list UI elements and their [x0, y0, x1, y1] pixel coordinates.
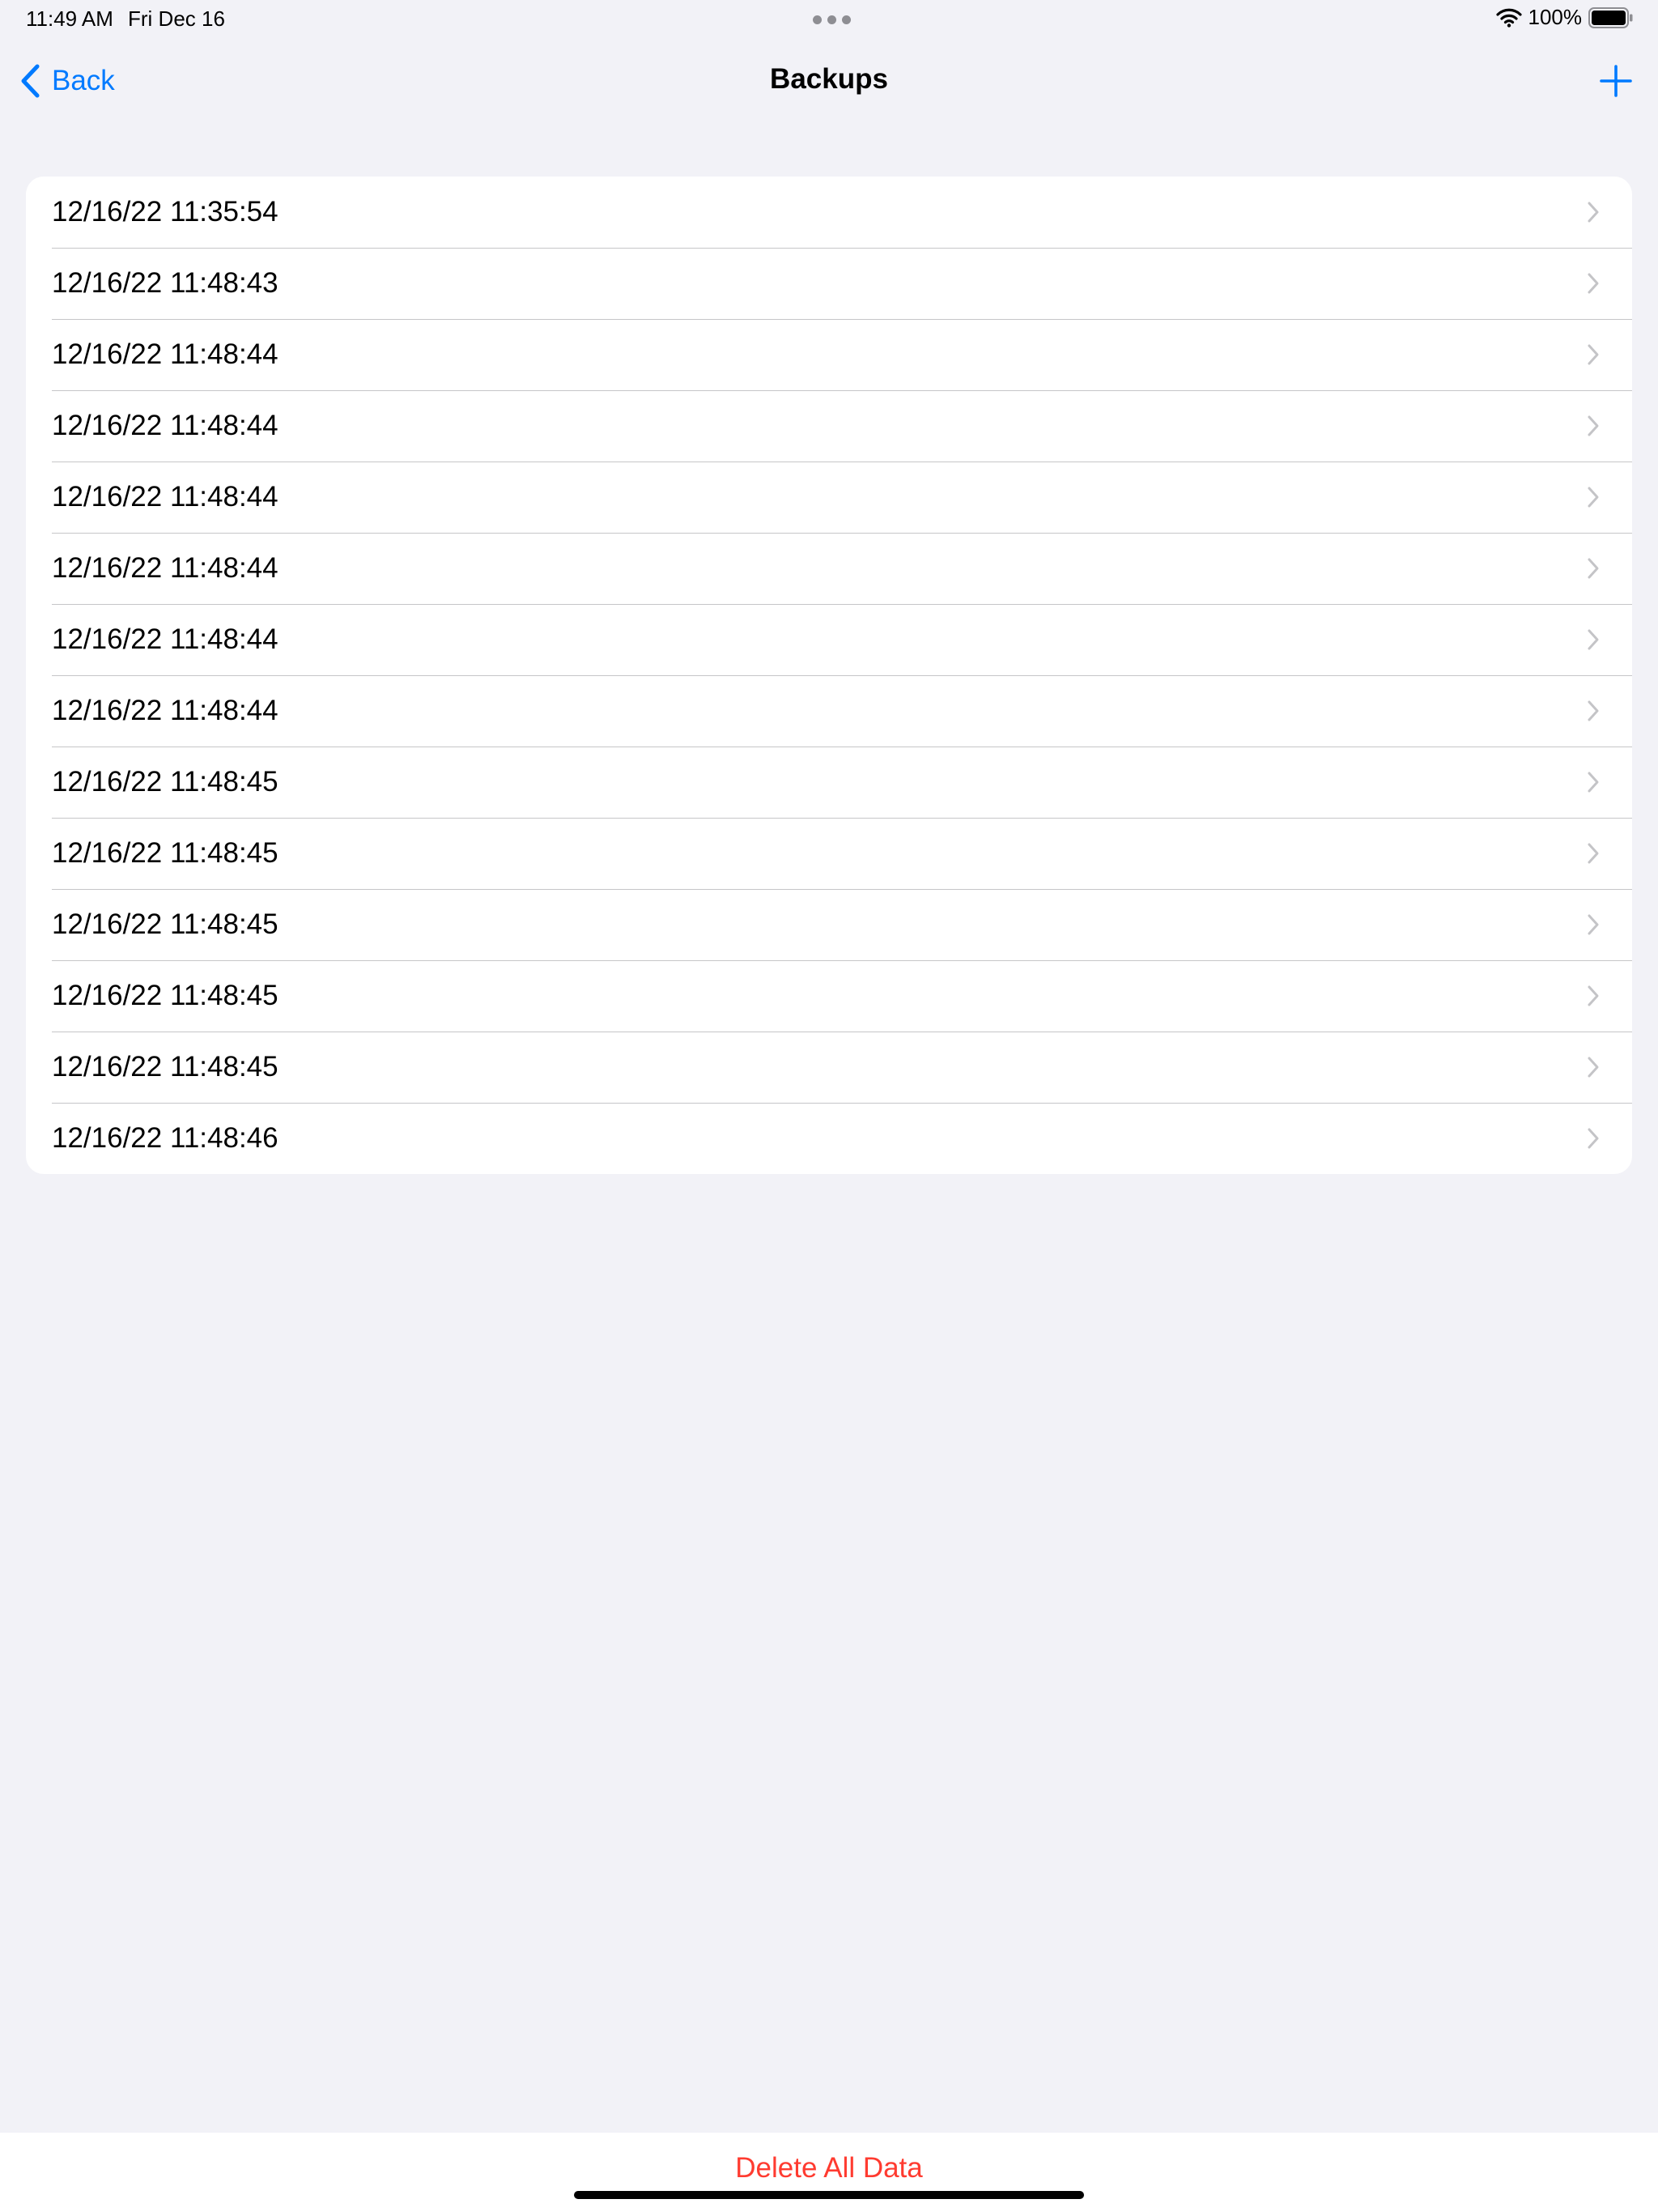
backup-row-label: 12/16/22 11:48:46 — [52, 1122, 278, 1154]
multitasking-dots-icon[interactable] — [813, 15, 851, 24]
chevron-right-icon — [1588, 772, 1599, 793]
chevron-right-icon — [1588, 985, 1599, 1006]
backup-row[interactable]: 12/16/22 11:48:44 — [26, 675, 1632, 747]
backup-row-label: 12/16/22 11:48:44 — [52, 338, 278, 370]
chevron-right-icon — [1588, 415, 1599, 436]
status-date: Fri Dec 16 — [128, 6, 225, 31]
backup-row[interactable]: 12/16/22 11:48:46 — [26, 1103, 1632, 1174]
chevron-right-icon — [1588, 629, 1599, 650]
status-time: 11:49 AM — [26, 6, 113, 31]
chevron-right-icon — [1588, 843, 1599, 864]
bottom-toolbar: Delete All Data — [0, 2133, 1658, 2212]
plus-icon — [1600, 65, 1632, 97]
chevron-right-icon — [1588, 344, 1599, 365]
add-backup-button[interactable] — [1595, 60, 1637, 102]
backup-row[interactable]: 12/16/22 11:48:43 — [26, 248, 1632, 319]
backup-row-label: 12/16/22 11:48:44 — [52, 623, 278, 655]
delete-all-data-button[interactable]: Delete All Data — [0, 2152, 1658, 2184]
battery-percentage: 100% — [1528, 5, 1583, 29]
chevron-right-icon — [1588, 914, 1599, 935]
backup-row-label: 12/16/22 11:48:45 — [52, 980, 278, 1011]
chevron-right-icon — [1588, 273, 1599, 294]
status-bar: 11:49 AM Fri Dec 16 100% — [0, 0, 1658, 39]
chevron-right-icon — [1588, 700, 1599, 721]
chevron-right-icon — [1588, 558, 1599, 579]
status-right: 100% — [1495, 5, 1635, 30]
chevron-right-icon — [1588, 487, 1599, 508]
backup-row-label: 12/16/22 11:48:44 — [52, 552, 278, 584]
backup-row-label: 12/16/22 11:48:45 — [52, 908, 278, 940]
backup-row[interactable]: 12/16/22 11:48:44 — [26, 533, 1632, 604]
backup-row[interactable]: 12/16/22 11:35:54 — [26, 177, 1632, 248]
page-title: Backups — [770, 63, 888, 95]
wifi-icon — [1495, 8, 1522, 28]
chevron-right-icon — [1588, 1128, 1599, 1149]
backup-row[interactable]: 12/16/22 11:48:44 — [26, 319, 1632, 390]
battery-icon — [1588, 6, 1633, 28]
chevron-right-icon — [1588, 1057, 1599, 1078]
home-indicator[interactable] — [574, 2191, 1084, 2199]
backup-row-label: 12/16/22 11:48:44 — [52, 410, 278, 441]
backup-row[interactable]: 12/16/22 11:48:45 — [26, 818, 1632, 889]
backup-row-label: 12/16/22 11:48:45 — [52, 837, 278, 869]
backup-list: 12/16/22 11:35:54 12/16/22 11:48:43 12/1… — [26, 177, 1632, 1174]
backup-row[interactable]: 12/16/22 11:48:45 — [26, 747, 1632, 818]
backup-row-label: 12/16/22 11:48:43 — [52, 267, 278, 299]
backup-row[interactable]: 12/16/22 11:48:45 — [26, 1032, 1632, 1103]
backup-row-label: 12/16/22 11:48:45 — [52, 766, 278, 798]
backup-row-label: 12/16/22 11:48:44 — [52, 695, 278, 726]
backup-row-label: 12/16/22 11:48:45 — [52, 1051, 278, 1083]
backup-row[interactable]: 12/16/22 11:48:44 — [26, 390, 1632, 462]
chevron-right-icon — [1588, 202, 1599, 223]
backup-row[interactable]: 12/16/22 11:48:45 — [26, 889, 1632, 960]
backup-row[interactable]: 12/16/22 11:48:44 — [26, 462, 1632, 533]
backup-row-label: 12/16/22 11:35:54 — [52, 196, 278, 228]
backup-row-label: 12/16/22 11:48:44 — [52, 481, 278, 513]
backup-row[interactable]: 12/16/22 11:48:45 — [26, 960, 1632, 1032]
navigation-bar: Back Backups — [0, 45, 1658, 117]
backup-row[interactable]: 12/16/22 11:48:44 — [26, 604, 1632, 675]
